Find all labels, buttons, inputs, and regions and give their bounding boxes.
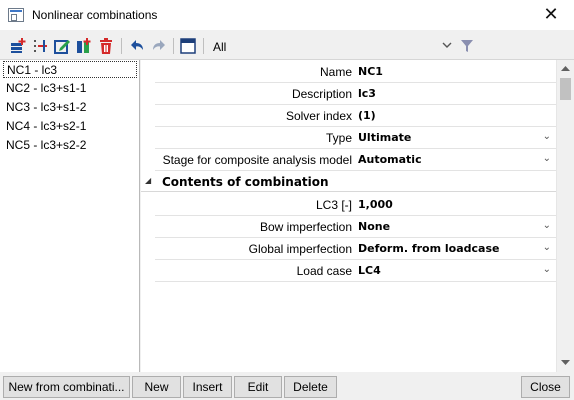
property-value[interactable]: NC1 (358, 65, 383, 78)
list-item[interactable]: NC4 - lc3+s2-1 (3, 118, 89, 135)
toolbar: All (0, 32, 574, 60)
chevron-down-icon[interactable]: ⌄ (543, 153, 551, 164)
property-row-solver-index: Solver index (1) (155, 105, 556, 127)
chevron-down-icon[interactable]: ⌄ (543, 264, 551, 275)
property-label: Stage for composite analysis model (162, 153, 352, 167)
new-button[interactable]: New (132, 376, 181, 398)
property-value[interactable]: lc3 (358, 87, 376, 100)
chevron-down-icon[interactable]: ⌄ (543, 220, 551, 231)
properties-panel: Name NC1 Description lc3 Solver index (1… (141, 60, 574, 372)
insert-icon[interactable] (31, 37, 49, 55)
property-value[interactable]: 1,000 (358, 198, 393, 211)
undo-icon[interactable] (128, 37, 146, 55)
section-header-contents[interactable]: ◢ Contents of combination (141, 172, 556, 192)
property-label: Type (325, 131, 352, 145)
table-view-icon[interactable] (179, 37, 197, 55)
property-row-lc3[interactable]: LC3 [-] 1,000 (155, 194, 556, 216)
section-title: Contents of combination (162, 175, 329, 189)
close-window-button[interactable]: ✕ (528, 0, 574, 31)
toolbar-separator (203, 38, 204, 54)
duplicate-icon[interactable] (75, 37, 93, 55)
property-label: Name (319, 65, 352, 79)
property-row-name[interactable]: Name NC1 (155, 61, 556, 83)
property-value[interactable]: Ultimate (358, 131, 411, 144)
redo-icon[interactable] (150, 37, 168, 55)
edit-button[interactable]: Edit (234, 376, 282, 398)
property-label: Description (291, 87, 352, 101)
property-label: Solver index (285, 109, 352, 123)
scroll-down-icon[interactable] (557, 355, 574, 372)
filter-icon[interactable] (460, 38, 474, 54)
list-item[interactable]: NC3 - lc3+s1-2 (3, 99, 89, 116)
window-title: Nonlinear combinations (32, 8, 158, 22)
toolbar-separator (173, 38, 174, 54)
property-row-global-imperfection[interactable]: Global imperfection Deform. from loadcas… (155, 238, 556, 260)
property-row-bow-imperfection[interactable]: Bow imperfection None ⌄ (155, 216, 556, 238)
list-item[interactable]: NC1 - lc3 (3, 61, 137, 78)
chevron-down-icon[interactable]: ⌄ (543, 242, 551, 253)
vertical-scrollbar[interactable] (556, 60, 574, 372)
add-icon[interactable] (9, 37, 27, 55)
property-value[interactable]: None (358, 220, 390, 233)
new-from-combination-button[interactable]: New from combinati... (3, 376, 130, 398)
property-row-description[interactable]: Description lc3 (155, 83, 556, 105)
delete-button[interactable]: Delete (284, 376, 337, 398)
property-value: (1) (358, 109, 376, 122)
combination-list[interactable]: NC1 - lc3 NC2 - lc3+s1-1 NC3 - lc3+s1-2 … (0, 60, 140, 372)
property-label: Load case (296, 264, 352, 278)
property-row-stage[interactable]: Stage for composite analysis model Autom… (155, 149, 556, 171)
list-item[interactable]: NC5 - lc3+s2-2 (3, 137, 89, 154)
window-app-icon (8, 8, 24, 22)
property-row-type[interactable]: Type Ultimate ⌄ (155, 127, 556, 149)
scroll-thumb[interactable] (560, 78, 571, 100)
list-item[interactable]: NC2 - lc3+s1-1 (3, 80, 89, 97)
title-bar: Nonlinear combinations ✕ (0, 0, 574, 31)
property-label: Global imperfection (248, 242, 352, 256)
property-label: LC3 [-] (315, 198, 352, 212)
close-button[interactable]: Close (521, 376, 570, 398)
property-label: Bow imperfection (259, 220, 352, 234)
property-value[interactable]: Deform. from loadcase (358, 242, 499, 255)
property-row-load-case[interactable]: Load case LC4 ⌄ (155, 260, 556, 282)
collapse-icon[interactable]: ◢ (145, 176, 151, 185)
edit-icon[interactable] (53, 37, 71, 55)
chevron-down-icon[interactable]: ⌄ (543, 131, 551, 142)
toolbar-separator (121, 38, 122, 54)
insert-button[interactable]: Insert (183, 376, 232, 398)
scroll-up-icon[interactable] (557, 60, 574, 77)
filter-select[interactable]: All (213, 40, 226, 54)
property-value[interactable]: LC4 (358, 264, 381, 277)
property-value[interactable]: Automatic (358, 153, 422, 166)
dropdown-icon[interactable] (440, 39, 454, 53)
delete-icon[interactable] (97, 37, 115, 55)
